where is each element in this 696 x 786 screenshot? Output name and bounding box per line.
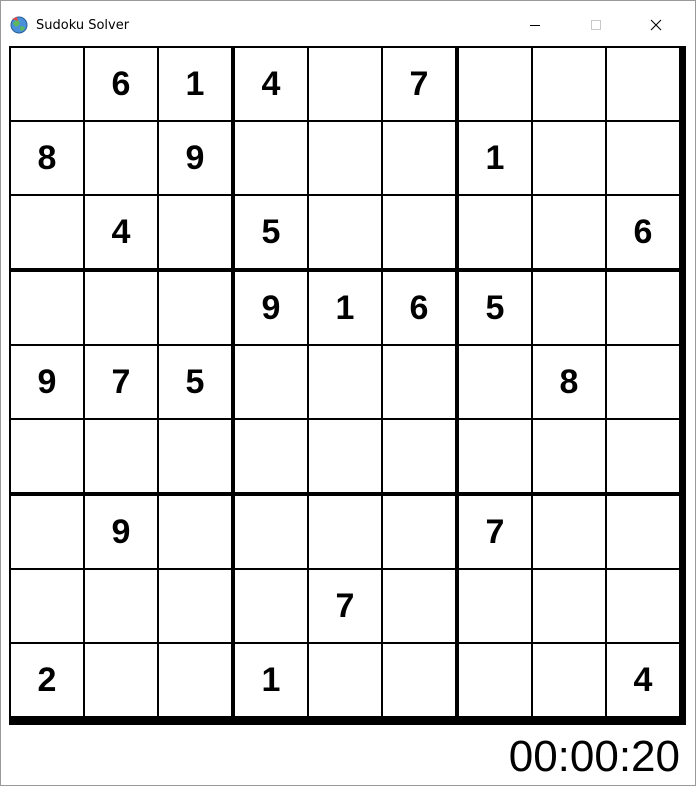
sudoku-cell[interactable]: [383, 644, 455, 716]
sudoku-cell[interactable]: [459, 48, 531, 120]
close-icon: [650, 19, 662, 31]
sudoku-cell[interactable]: [459, 570, 531, 642]
sudoku-cell[interactable]: 7: [383, 48, 455, 120]
sudoku-cell[interactable]: 5: [159, 346, 231, 418]
sudoku-cell[interactable]: 5: [235, 196, 307, 268]
sudoku-cell[interactable]: [159, 420, 231, 492]
sudoku-cell[interactable]: [533, 570, 605, 642]
sudoku-cell[interactable]: [459, 420, 531, 492]
sudoku-cell[interactable]: [607, 570, 679, 642]
sudoku-cell[interactable]: [159, 196, 231, 268]
sudoku-cell[interactable]: 6: [85, 48, 157, 120]
sudoku-cell[interactable]: 1: [235, 644, 307, 716]
sudoku-cell[interactable]: [309, 496, 381, 568]
sudoku-cell[interactable]: [235, 346, 307, 418]
sudoku-cell[interactable]: [533, 272, 605, 344]
sudoku-cell[interactable]: [309, 644, 381, 716]
sudoku-cell[interactable]: 9: [85, 496, 157, 568]
sudoku-cell[interactable]: [607, 272, 679, 344]
sudoku-cell[interactable]: [309, 346, 381, 418]
sudoku-cell[interactable]: [159, 644, 231, 716]
sudoku-cell[interactable]: 9: [159, 122, 231, 194]
sudoku-cell[interactable]: [533, 496, 605, 568]
sudoku-board: 614789145691659758977214: [9, 46, 686, 725]
sudoku-cell[interactable]: 1: [309, 272, 381, 344]
sudoku-cell[interactable]: 9: [11, 346, 83, 418]
minimize-button[interactable]: [507, 9, 563, 41]
sudoku-cell[interactable]: [11, 570, 83, 642]
sudoku-cell[interactable]: [85, 272, 157, 344]
sudoku-cell[interactable]: [309, 196, 381, 268]
sudoku-cell[interactable]: [607, 122, 679, 194]
title-bar[interactable]: Sudoku Solver: [1, 1, 695, 46]
sudoku-cell[interactable]: [11, 496, 83, 568]
sudoku-cell[interactable]: [235, 496, 307, 568]
sudoku-cell[interactable]: [533, 420, 605, 492]
sudoku-cell[interactable]: [459, 346, 531, 418]
sudoku-cell[interactable]: [11, 272, 83, 344]
sudoku-cell[interactable]: [607, 420, 679, 492]
sudoku-cell[interactable]: [383, 122, 455, 194]
sudoku-cell[interactable]: [533, 122, 605, 194]
sudoku-cell[interactable]: [159, 496, 231, 568]
sudoku-cell[interactable]: [85, 420, 157, 492]
sudoku-cell[interactable]: [607, 48, 679, 120]
sudoku-cell[interactable]: 4: [235, 48, 307, 120]
sudoku-cell[interactable]: [85, 644, 157, 716]
sudoku-cell[interactable]: 6: [607, 196, 679, 268]
app-window: Sudoku Solver 614789145691659758977214 0…: [0, 0, 696, 786]
sudoku-cell[interactable]: [383, 570, 455, 642]
sudoku-cell[interactable]: [607, 496, 679, 568]
sudoku-cell[interactable]: [459, 196, 531, 268]
sudoku-cell[interactable]: [533, 196, 605, 268]
sudoku-cell[interactable]: [235, 570, 307, 642]
sudoku-cell[interactable]: [85, 570, 157, 642]
sudoku-cell[interactable]: [383, 496, 455, 568]
sudoku-cell[interactable]: [459, 644, 531, 716]
sudoku-app-icon: [10, 16, 28, 34]
sudoku-cell[interactable]: 1: [159, 48, 231, 120]
sudoku-cell[interactable]: [159, 272, 231, 344]
sudoku-cell[interactable]: [11, 196, 83, 268]
sudoku-cell[interactable]: [11, 420, 83, 492]
sudoku-cell[interactable]: [607, 346, 679, 418]
sudoku-cell[interactable]: 6: [383, 272, 455, 344]
sudoku-cell[interactable]: [533, 48, 605, 120]
sudoku-cell[interactable]: [383, 420, 455, 492]
sudoku-cell[interactable]: 4: [607, 644, 679, 716]
sudoku-cell[interactable]: [85, 122, 157, 194]
minimize-icon: [530, 25, 540, 26]
elapsed-timer: 00:00:20: [508, 732, 680, 781]
maximize-button[interactable]: [568, 9, 624, 41]
sudoku-cell[interactable]: 1: [459, 122, 531, 194]
sudoku-cell[interactable]: 7: [459, 496, 531, 568]
sudoku-cell[interactable]: 2: [11, 644, 83, 716]
sudoku-cell[interactable]: [383, 346, 455, 418]
sudoku-cell[interactable]: 7: [85, 346, 157, 418]
sudoku-cell[interactable]: [235, 122, 307, 194]
sudoku-cell[interactable]: 8: [533, 346, 605, 418]
sudoku-cell[interactable]: 4: [85, 196, 157, 268]
sudoku-cell[interactable]: 8: [11, 122, 83, 194]
window-title: Sudoku Solver: [36, 18, 130, 33]
sudoku-cell[interactable]: [533, 644, 605, 716]
sudoku-cell[interactable]: 7: [309, 570, 381, 642]
sudoku-cell[interactable]: [235, 420, 307, 492]
sudoku-cell[interactable]: [309, 48, 381, 120]
sudoku-cell[interactable]: [309, 122, 381, 194]
sudoku-cell[interactable]: 5: [459, 272, 531, 344]
sudoku-cell[interactable]: [309, 420, 381, 492]
sudoku-cell[interactable]: 9: [235, 272, 307, 344]
status-bar: 00:00:20: [9, 725, 686, 785]
close-button[interactable]: [628, 9, 684, 41]
sudoku-cell[interactable]: [11, 48, 83, 120]
sudoku-cell[interactable]: [383, 196, 455, 268]
maximize-icon: [591, 20, 601, 30]
sudoku-cell[interactable]: [159, 570, 231, 642]
